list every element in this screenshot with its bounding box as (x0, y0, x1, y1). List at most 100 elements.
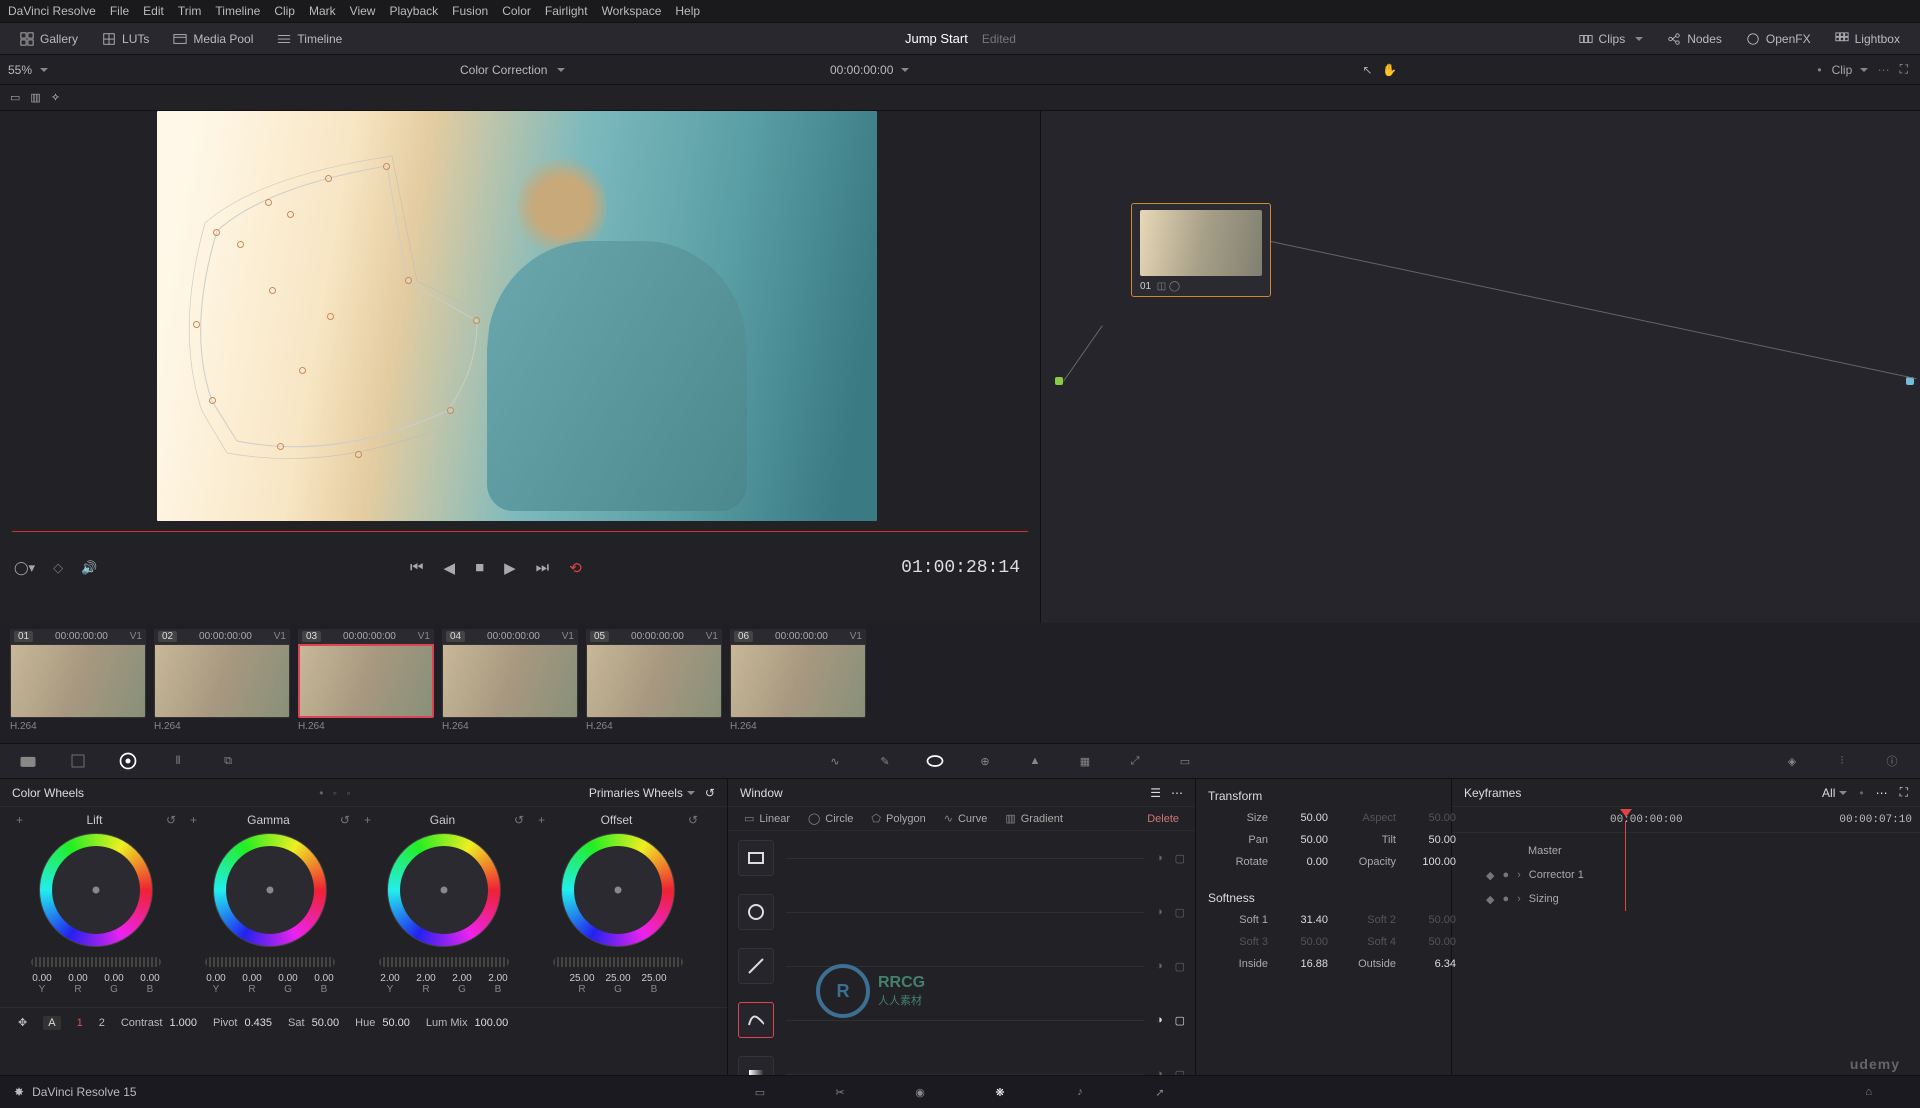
kf-enable-icon[interactable]: ● (1502, 869, 1509, 881)
menu-mark[interactable]: Mark (309, 4, 336, 18)
page-1-button[interactable]: 1 (77, 1017, 83, 1029)
menu-view[interactable]: View (350, 4, 376, 18)
viewer-timecode[interactable]: 01:00:28:14 (901, 558, 1020, 578)
keyframes-expand-icon[interactable]: ⛶ (1900, 785, 1908, 800)
node-graph-input[interactable] (1055, 377, 1063, 385)
clip-thumbnail-01[interactable]: 0100:00:00:00V1H.264 (10, 629, 146, 741)
gallery-button[interactable]: Gallery (10, 28, 88, 50)
keyframe-track-master[interactable]: Master (1460, 839, 1912, 863)
tracker-icon[interactable]: ⊕ (975, 751, 995, 771)
lift-wheel[interactable] (39, 833, 153, 947)
panel-dots-icon[interactable]: • ◦ ◦ (319, 786, 353, 800)
loop-mode-icon[interactable]: ◯▾ (14, 560, 35, 576)
node-graph[interactable]: 01 ◫ ◯ (1040, 111, 1920, 623)
reset-all-icon[interactable]: ↺ (705, 786, 715, 800)
window-circle-invert-icon[interactable]: ▢ (1175, 906, 1185, 919)
viewer-mode-dropdown[interactable]: Color Correction (460, 63, 565, 77)
keyframe-playhead[interactable] (1620, 809, 1632, 823)
motion-effects-icon[interactable]: ⧉ (218, 751, 238, 771)
menu-timeline[interactable]: Timeline (215, 4, 260, 18)
picker-icon[interactable]: + (538, 813, 545, 827)
window-tab-linear[interactable]: ▭Linear (736, 812, 798, 825)
gamma-wheel[interactable] (213, 833, 327, 947)
nodes-button[interactable]: Nodes (1657, 28, 1732, 50)
param-pan[interactable]: Pan50.00 (1208, 829, 1328, 851)
picker-icon[interactable]: + (190, 813, 197, 827)
openfx-button[interactable]: OpenFX (1736, 28, 1821, 50)
reset-offset-icon[interactable]: ↺ (688, 813, 698, 827)
param-tilt[interactable]: Tilt50.00 (1336, 829, 1456, 851)
image-wipe-icon[interactable]: ▭ (10, 91, 20, 104)
node-01[interactable]: 01 ◫ ◯ (1131, 203, 1271, 297)
window-curve-mask-icon[interactable]: ◑ (1156, 1014, 1163, 1027)
window-rect-mask-icon[interactable]: ◑ (1156, 852, 1163, 865)
resolve-logo-icon[interactable]: ✸ (14, 1085, 24, 1099)
3d-icon[interactable]: ▭ (1175, 751, 1195, 771)
viewer-zoom-dropdown[interactable]: 55% (8, 63, 48, 77)
camera-raw-icon[interactable] (18, 751, 38, 771)
gain-wheel[interactable] (387, 833, 501, 947)
stop-icon[interactable]: ■ (475, 559, 484, 577)
menu-clip[interactable]: Clip (274, 4, 295, 18)
timeline-button[interactable]: Timeline (267, 28, 352, 50)
offset-jog[interactable] (553, 957, 683, 967)
param-rotate[interactable]: Rotate0.00 (1208, 851, 1328, 873)
sizing-icon[interactable]: ⤢ (1125, 751, 1145, 771)
window-delete-button[interactable]: Delete (1139, 813, 1187, 825)
viewer-image[interactable] (157, 111, 877, 521)
clip-thumbnail-05[interactable]: 0500:00:00:00V1H.264 (586, 629, 722, 741)
media-page-icon[interactable]: ▭ (749, 1081, 771, 1103)
keyframe-track-sizing[interactable]: ◆●›Sizing (1460, 887, 1912, 911)
adj-contrast[interactable]: Contrast 1.000 (121, 1017, 197, 1029)
param-size[interactable]: Size50.00 (1208, 807, 1328, 829)
project-manager-icon[interactable]: ⌂ (1865, 1086, 1872, 1098)
color-wheels-icon[interactable] (118, 751, 138, 771)
split-screen-icon[interactable]: ▥ (30, 91, 40, 104)
render-cache-icon[interactable]: ◇ (53, 560, 63, 576)
reverse-play-icon[interactable]: ◀ (444, 559, 456, 577)
adj-hue[interactable]: Hue 50.00 (355, 1017, 410, 1029)
page-2-button[interactable]: 2 (99, 1017, 105, 1029)
keyframes-mode-dropdown[interactable]: All (1822, 786, 1847, 800)
reset-lift-icon[interactable]: ↺ (166, 813, 176, 827)
window-rect-add-button[interactable] (738, 840, 774, 876)
keyframes-options-icon[interactable]: ⋯ (1876, 786, 1888, 800)
key-icon[interactable]: ▦ (1075, 751, 1095, 771)
chevron-right-icon[interactable]: › (1517, 893, 1521, 905)
viewer-timecode-small[interactable]: 00:00:00:00 (830, 63, 909, 77)
loop-icon[interactable]: ⟲ (569, 559, 582, 577)
info-icon[interactable]: ⓘ (1882, 751, 1902, 771)
window-curve-add-button[interactable] (738, 1002, 774, 1038)
highlight-icon[interactable]: ✧ (51, 91, 60, 104)
param-inside[interactable]: Inside16.88 (1208, 953, 1328, 975)
reset-gamma-icon[interactable]: ↺ (340, 813, 350, 827)
lift-jog[interactable] (31, 957, 161, 967)
prev-clip-icon[interactable]: ⏮ (410, 559, 424, 577)
adj-lum-mix[interactable]: Lum Mix 100.00 (426, 1017, 508, 1029)
window-tab-polygon[interactable]: ⬠Polygon (863, 812, 933, 825)
offset-wheel[interactable] (561, 833, 675, 947)
play-icon[interactable]: ▶ (504, 559, 516, 577)
color-page-icon[interactable]: ❋ (989, 1081, 1011, 1103)
menu-trim[interactable]: Trim (178, 4, 202, 18)
kf-lock-icon[interactable]: ◆ (1486, 893, 1494, 906)
param-soft-1[interactable]: Soft 131.40 (1208, 909, 1328, 931)
edit-page-icon[interactable]: ✂ (829, 1081, 851, 1103)
clip-thumbnail-02[interactable]: 0200:00:00:00V1H.264 (154, 629, 290, 741)
kf-lock-icon[interactable]: ◆ (1486, 869, 1494, 882)
menu-help[interactable]: Help (675, 4, 700, 18)
menu-fusion[interactable]: Fusion (452, 4, 488, 18)
window-circle-add-button[interactable] (738, 894, 774, 930)
wheels-mode-dropdown[interactable]: Primaries Wheels (589, 786, 695, 800)
media-pool-button[interactable]: Media Pool (163, 28, 263, 50)
expand-icon[interactable]: ⛶ (1900, 62, 1908, 77)
adj-pivot[interactable]: Pivot 0.435 (213, 1017, 272, 1029)
window-curve-invert-icon[interactable]: ▢ (1175, 1014, 1185, 1027)
menu-file[interactable]: File (110, 4, 129, 18)
kf-enable-icon[interactable]: ● (1502, 893, 1509, 905)
clips-button[interactable]: Clips (1569, 28, 1654, 50)
menu-playback[interactable]: Playback (389, 4, 438, 18)
window-options-icon[interactable]: ⋯ (1171, 786, 1183, 800)
window-presets-icon[interactable]: ☰ (1150, 786, 1161, 800)
blur-icon[interactable]: ▲ (1025, 751, 1045, 771)
